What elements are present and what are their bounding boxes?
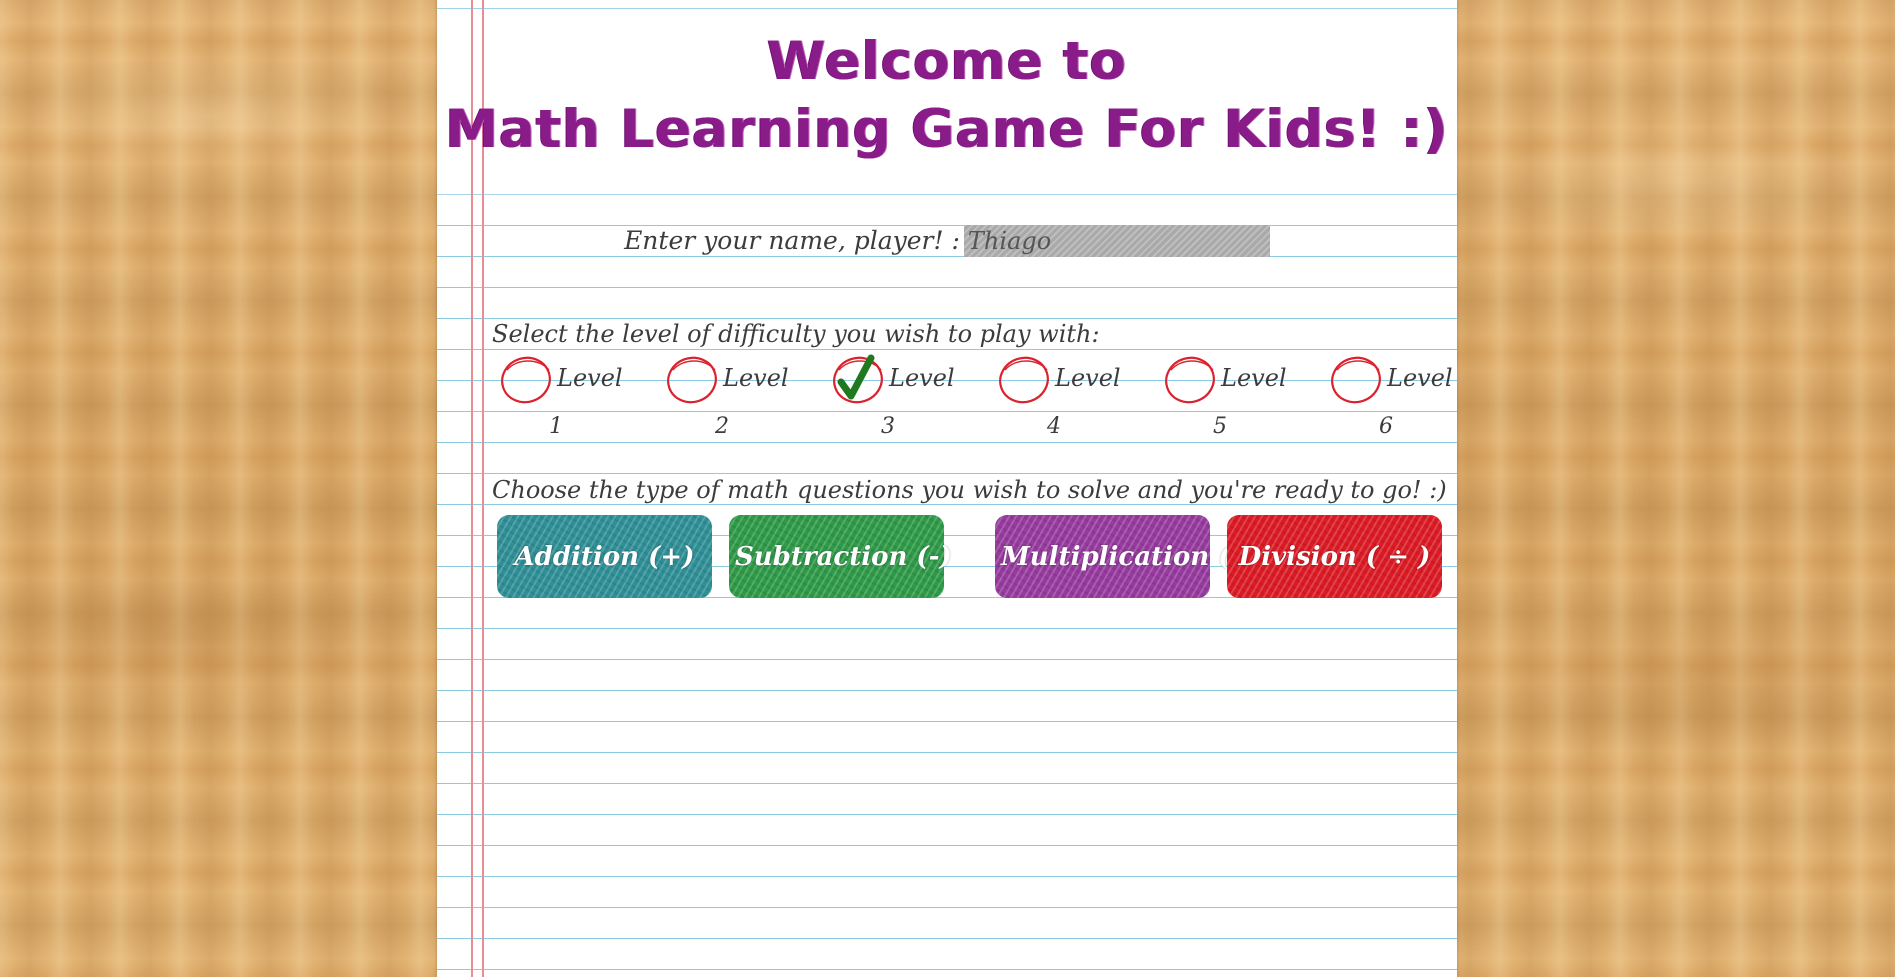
title-line-2: Math Learning Game For Kids! :) xyxy=(445,99,1449,160)
circle-icon xyxy=(1331,356,1381,404)
level-number: 6 xyxy=(1379,414,1393,439)
level-number: 1 xyxy=(549,414,563,439)
division-button[interactable]: Division ( ÷ ) xyxy=(1227,515,1442,598)
name-label: Enter your name, player! : xyxy=(624,226,960,255)
paper-rule xyxy=(437,8,1457,9)
difficulty-label: Select the level of difficulty you wish … xyxy=(492,320,1100,348)
wood-grain xyxy=(20,60,400,170)
level-word: Level xyxy=(1387,364,1453,392)
level-word: Level xyxy=(1055,364,1121,392)
subtraction-button[interactable]: Subtraction (-) xyxy=(729,515,952,598)
title-line-1: Welcome to xyxy=(767,31,1127,92)
wood-grain xyxy=(1470,600,1895,770)
level-3-radio[interactable]: Level 3 xyxy=(831,352,981,452)
name-row: Enter your name, player! : xyxy=(437,224,1457,257)
level-word: Level xyxy=(889,364,955,392)
level-number: 3 xyxy=(881,414,895,439)
notebook-paper: Welcome to Math Learning Game For Kids! … xyxy=(437,0,1457,977)
operation-buttons: Addition (+) Subtraction (-) Multiplicat… xyxy=(497,515,1447,601)
name-input[interactable] xyxy=(963,224,1270,257)
question-type-label: Choose the type of math questions you wi… xyxy=(492,476,1447,504)
page-title: Welcome to Math Learning Game For Kids! … xyxy=(437,28,1457,164)
wood-grain xyxy=(0,560,440,710)
level-number: 2 xyxy=(715,414,729,439)
wood-grain xyxy=(1500,120,1860,240)
circle-icon xyxy=(667,356,717,404)
checkmark-icon xyxy=(837,354,875,400)
circle-icon xyxy=(1165,356,1215,404)
level-word: Level xyxy=(1221,364,1287,392)
circle-icon xyxy=(999,356,1049,404)
level-1-radio[interactable]: Level 1 xyxy=(499,352,649,452)
level-4-radio[interactable]: Level 4 xyxy=(997,352,1147,452)
paper-rule xyxy=(437,194,1457,195)
level-number: 4 xyxy=(1047,414,1061,439)
level-word: Level xyxy=(723,364,789,392)
level-word: Level xyxy=(557,364,623,392)
circle-icon xyxy=(501,356,551,404)
multiplication-button[interactable]: Multiplication (X) xyxy=(995,515,1263,598)
level-6-radio[interactable]: Level 6 xyxy=(1329,352,1457,452)
level-5-radio[interactable]: Level 5 xyxy=(1163,352,1313,452)
level-number: 5 xyxy=(1213,414,1227,439)
level-options: Level 1 Level 2 Level 3 Level 4 Level 5 … xyxy=(499,352,1457,452)
level-2-radio[interactable]: Level 2 xyxy=(665,352,815,452)
addition-button[interactable]: Addition (+) xyxy=(497,515,712,598)
